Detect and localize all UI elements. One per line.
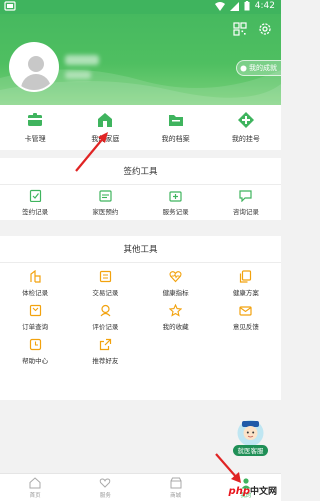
watermark-brand: php (228, 486, 250, 497)
blurred-userinfo (65, 71, 91, 79)
tool-label: 交易记录 (92, 288, 119, 297)
signal-icon (229, 1, 239, 11)
hand-heart-tab-icon (100, 478, 111, 488)
clipboard-check-icon (29, 189, 41, 202)
other-tools-section: 其他工具 体检记录 交易记录 健康指标 健康方案 订单查询 评价记录 我的收藏 (0, 236, 281, 400)
sign-tools-section: 签约工具 签约记录 家医预约 服务记录 咨询记录 (0, 158, 281, 220)
checkup-record-item[interactable]: 体检记录 (0, 266, 70, 300)
feedback-item[interactable]: 意见反馈 (211, 300, 281, 334)
tool-label: 订单查询 (22, 322, 49, 331)
building-icon (30, 269, 41, 283)
help-center-item[interactable]: 帮助中心 (0, 334, 70, 368)
card-icon (28, 113, 43, 126)
tool-label: 推荐好友 (92, 356, 119, 365)
home-tab-icon (29, 477, 41, 489)
quick-label: 我的挂号 (231, 135, 260, 143)
health-plan-item[interactable]: 健康方案 (211, 266, 281, 300)
section-title: 签约工具 (0, 158, 281, 185)
tool-label: 意见反馈 (232, 322, 259, 331)
chat-icon (239, 189, 252, 202)
order-icon (29, 304, 41, 316)
consult-record-item[interactable]: 咨询记录 (211, 185, 281, 219)
service-record-item[interactable]: 服务记录 (141, 185, 211, 219)
site-watermark: php中文网 (229, 484, 277, 497)
tool-label: 咨询记录 (232, 207, 259, 216)
tool-label: 体检记录 (22, 288, 49, 297)
tool-label: 健康指标 (162, 288, 189, 297)
order-query-item[interactable]: 订单查询 (0, 300, 70, 334)
tab-service[interactable]: 服务 (70, 474, 140, 501)
tab-home[interactable]: 首页 (0, 474, 70, 501)
home-icon (98, 113, 113, 127)
quick-my-registration[interactable]: 我的挂号 (211, 105, 281, 150)
medal-icon (240, 65, 247, 71)
calendar-icon (99, 189, 112, 202)
status-time: 4:42 (254, 1, 275, 11)
my-favorites-item[interactable]: 我的收藏 (141, 300, 211, 334)
section-title: 其他工具 (0, 236, 281, 263)
exchange-icon (99, 270, 111, 282)
tab-store[interactable]: 商城 (141, 474, 211, 501)
tab-label: 商城 (170, 493, 182, 499)
clock-icon (29, 338, 41, 350)
avatar[interactable] (9, 42, 59, 92)
tool-label: 评价记录 (92, 322, 119, 331)
watermark-suffix: 中文网 (249, 487, 277, 497)
tab-label: 首页 (29, 493, 41, 499)
star-icon (169, 303, 183, 317)
recommend-friend-item[interactable]: 推荐好友 (70, 334, 140, 368)
achievement-label: 我的成就 (249, 64, 277, 72)
quick-my-family[interactable]: 我的家庭 (70, 105, 140, 150)
quick-label: 我的家庭 (91, 135, 120, 143)
tool-label: 我的收藏 (162, 322, 189, 331)
quick-my-records[interactable]: 我的档案 (141, 105, 211, 150)
tool-label: 家医预约 (92, 207, 119, 216)
quick-label: 卡管理 (24, 135, 46, 143)
quick-actions: 卡管理 我的家庭 我的档案 我的挂号 (0, 105, 281, 150)
folder-icon (168, 115, 183, 126)
review-record-item[interactable]: 评价记录 (70, 300, 140, 334)
app-notification-icon (4, 1, 16, 11)
assistant-label: 就医客服 (238, 446, 265, 455)
doctor-icon (100, 304, 111, 316)
profile-header: 我的成就 (0, 14, 281, 105)
health-indicator-item[interactable]: 健康指标 (141, 266, 211, 300)
mail-icon (239, 305, 252, 316)
achievement-button[interactable]: 我的成就 (236, 60, 281, 76)
floating-assistant-button[interactable]: 就医客服 (232, 418, 269, 458)
tool-label: 健康方案 (232, 288, 259, 297)
medkit-icon (169, 190, 182, 202)
tool-label: 签约记录 (22, 207, 49, 216)
copy-icon (240, 269, 252, 283)
quick-card-manage[interactable]: 卡管理 (0, 105, 70, 150)
tool-label: 服务记录 (162, 207, 189, 216)
heart-pulse-icon (169, 270, 182, 282)
quick-label: 我的档案 (161, 135, 190, 143)
transaction-record-item[interactable]: 交易记录 (70, 266, 140, 300)
tool-label: 帮助中心 (22, 356, 49, 365)
settings-gear-icon[interactable] (258, 22, 272, 36)
blurred-username (65, 55, 99, 65)
wifi-icon (214, 1, 225, 11)
sign-record-item[interactable]: 签约记录 (0, 185, 70, 219)
family-doctor-booking-item[interactable]: 家医预约 (70, 185, 140, 219)
battery-icon (244, 1, 250, 11)
share-icon (99, 338, 111, 350)
status-bar: 4:42 (0, 0, 281, 14)
store-tab-icon (170, 477, 182, 489)
plus-diamond-icon (237, 112, 254, 128)
tab-label: 服务 (99, 493, 111, 499)
qr-code-icon[interactable] (233, 22, 247, 36)
